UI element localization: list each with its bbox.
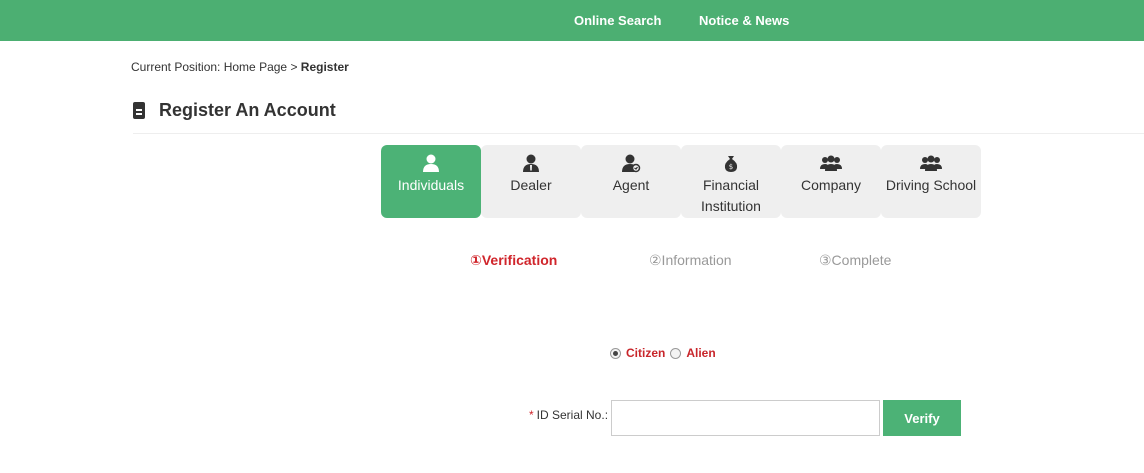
breadcrumb-current: Register xyxy=(300,60,349,74)
money-bag-icon: $ xyxy=(724,156,738,172)
user-icon xyxy=(423,154,439,172)
breadcrumb-prefix: Current Position: xyxy=(131,60,221,74)
tab-driving-school[interactable]: Driving School xyxy=(881,145,981,218)
step-information: ②Information xyxy=(649,252,732,268)
tab-company[interactable]: Company xyxy=(781,145,881,218)
breadcrumb-separator: > xyxy=(290,60,298,74)
alien-label[interactable]: Alien xyxy=(686,346,715,360)
id-serial-label-text: ID Serial No.: xyxy=(536,408,609,422)
verify-button[interactable]: Verify xyxy=(883,400,961,436)
tab-label: Dealer xyxy=(510,177,552,193)
tab-label: Individuals xyxy=(397,177,465,193)
document-icon xyxy=(133,102,145,119)
tab-label: Driving School xyxy=(885,177,977,193)
required-asterisk: * xyxy=(529,408,534,422)
tab-financial-institution[interactable]: $ Financial Institution xyxy=(681,145,781,218)
top-navbar xyxy=(0,0,1144,41)
tab-agent[interactable]: Agent xyxy=(581,145,681,218)
id-serial-input[interactable] xyxy=(611,400,880,436)
group-icon xyxy=(820,155,842,171)
tab-label: Agent xyxy=(612,177,650,193)
nav-notice-news[interactable]: Notice & News xyxy=(699,0,789,41)
svg-text:$: $ xyxy=(729,163,733,171)
tab-dealer[interactable]: Dealer xyxy=(481,145,581,218)
dealer-icon xyxy=(523,154,539,172)
tab-label-line1: Financial xyxy=(702,177,760,193)
step-complete: ③Complete xyxy=(819,252,892,268)
alien-radio[interactable] xyxy=(670,347,682,359)
id-serial-label: * ID Serial No.: xyxy=(529,408,608,422)
citizen-label[interactable]: Citizen xyxy=(626,346,665,360)
page-title: Register An Account xyxy=(133,100,336,121)
breadcrumb-home-link[interactable]: Home Page xyxy=(224,60,287,74)
residency-radio-group: Citizen Alien xyxy=(610,346,721,360)
breadcrumb: Current Position: Home Page > Register xyxy=(131,60,349,74)
citizen-radio[interactable] xyxy=(610,347,621,359)
group-icon xyxy=(920,155,942,171)
agent-icon xyxy=(622,154,641,173)
step-verification: ①Verification xyxy=(470,252,558,268)
tab-label: Company xyxy=(801,177,861,193)
page-title-text: Register An Account xyxy=(159,100,336,120)
account-type-tabs: Individuals Dealer Agent $ Financial Ins… xyxy=(381,145,981,218)
title-divider xyxy=(133,133,1144,134)
nav-online-search[interactable]: Online Search xyxy=(574,0,661,41)
tab-label-line2: Institution xyxy=(701,198,761,214)
tab-individuals[interactable]: Individuals xyxy=(381,145,481,218)
